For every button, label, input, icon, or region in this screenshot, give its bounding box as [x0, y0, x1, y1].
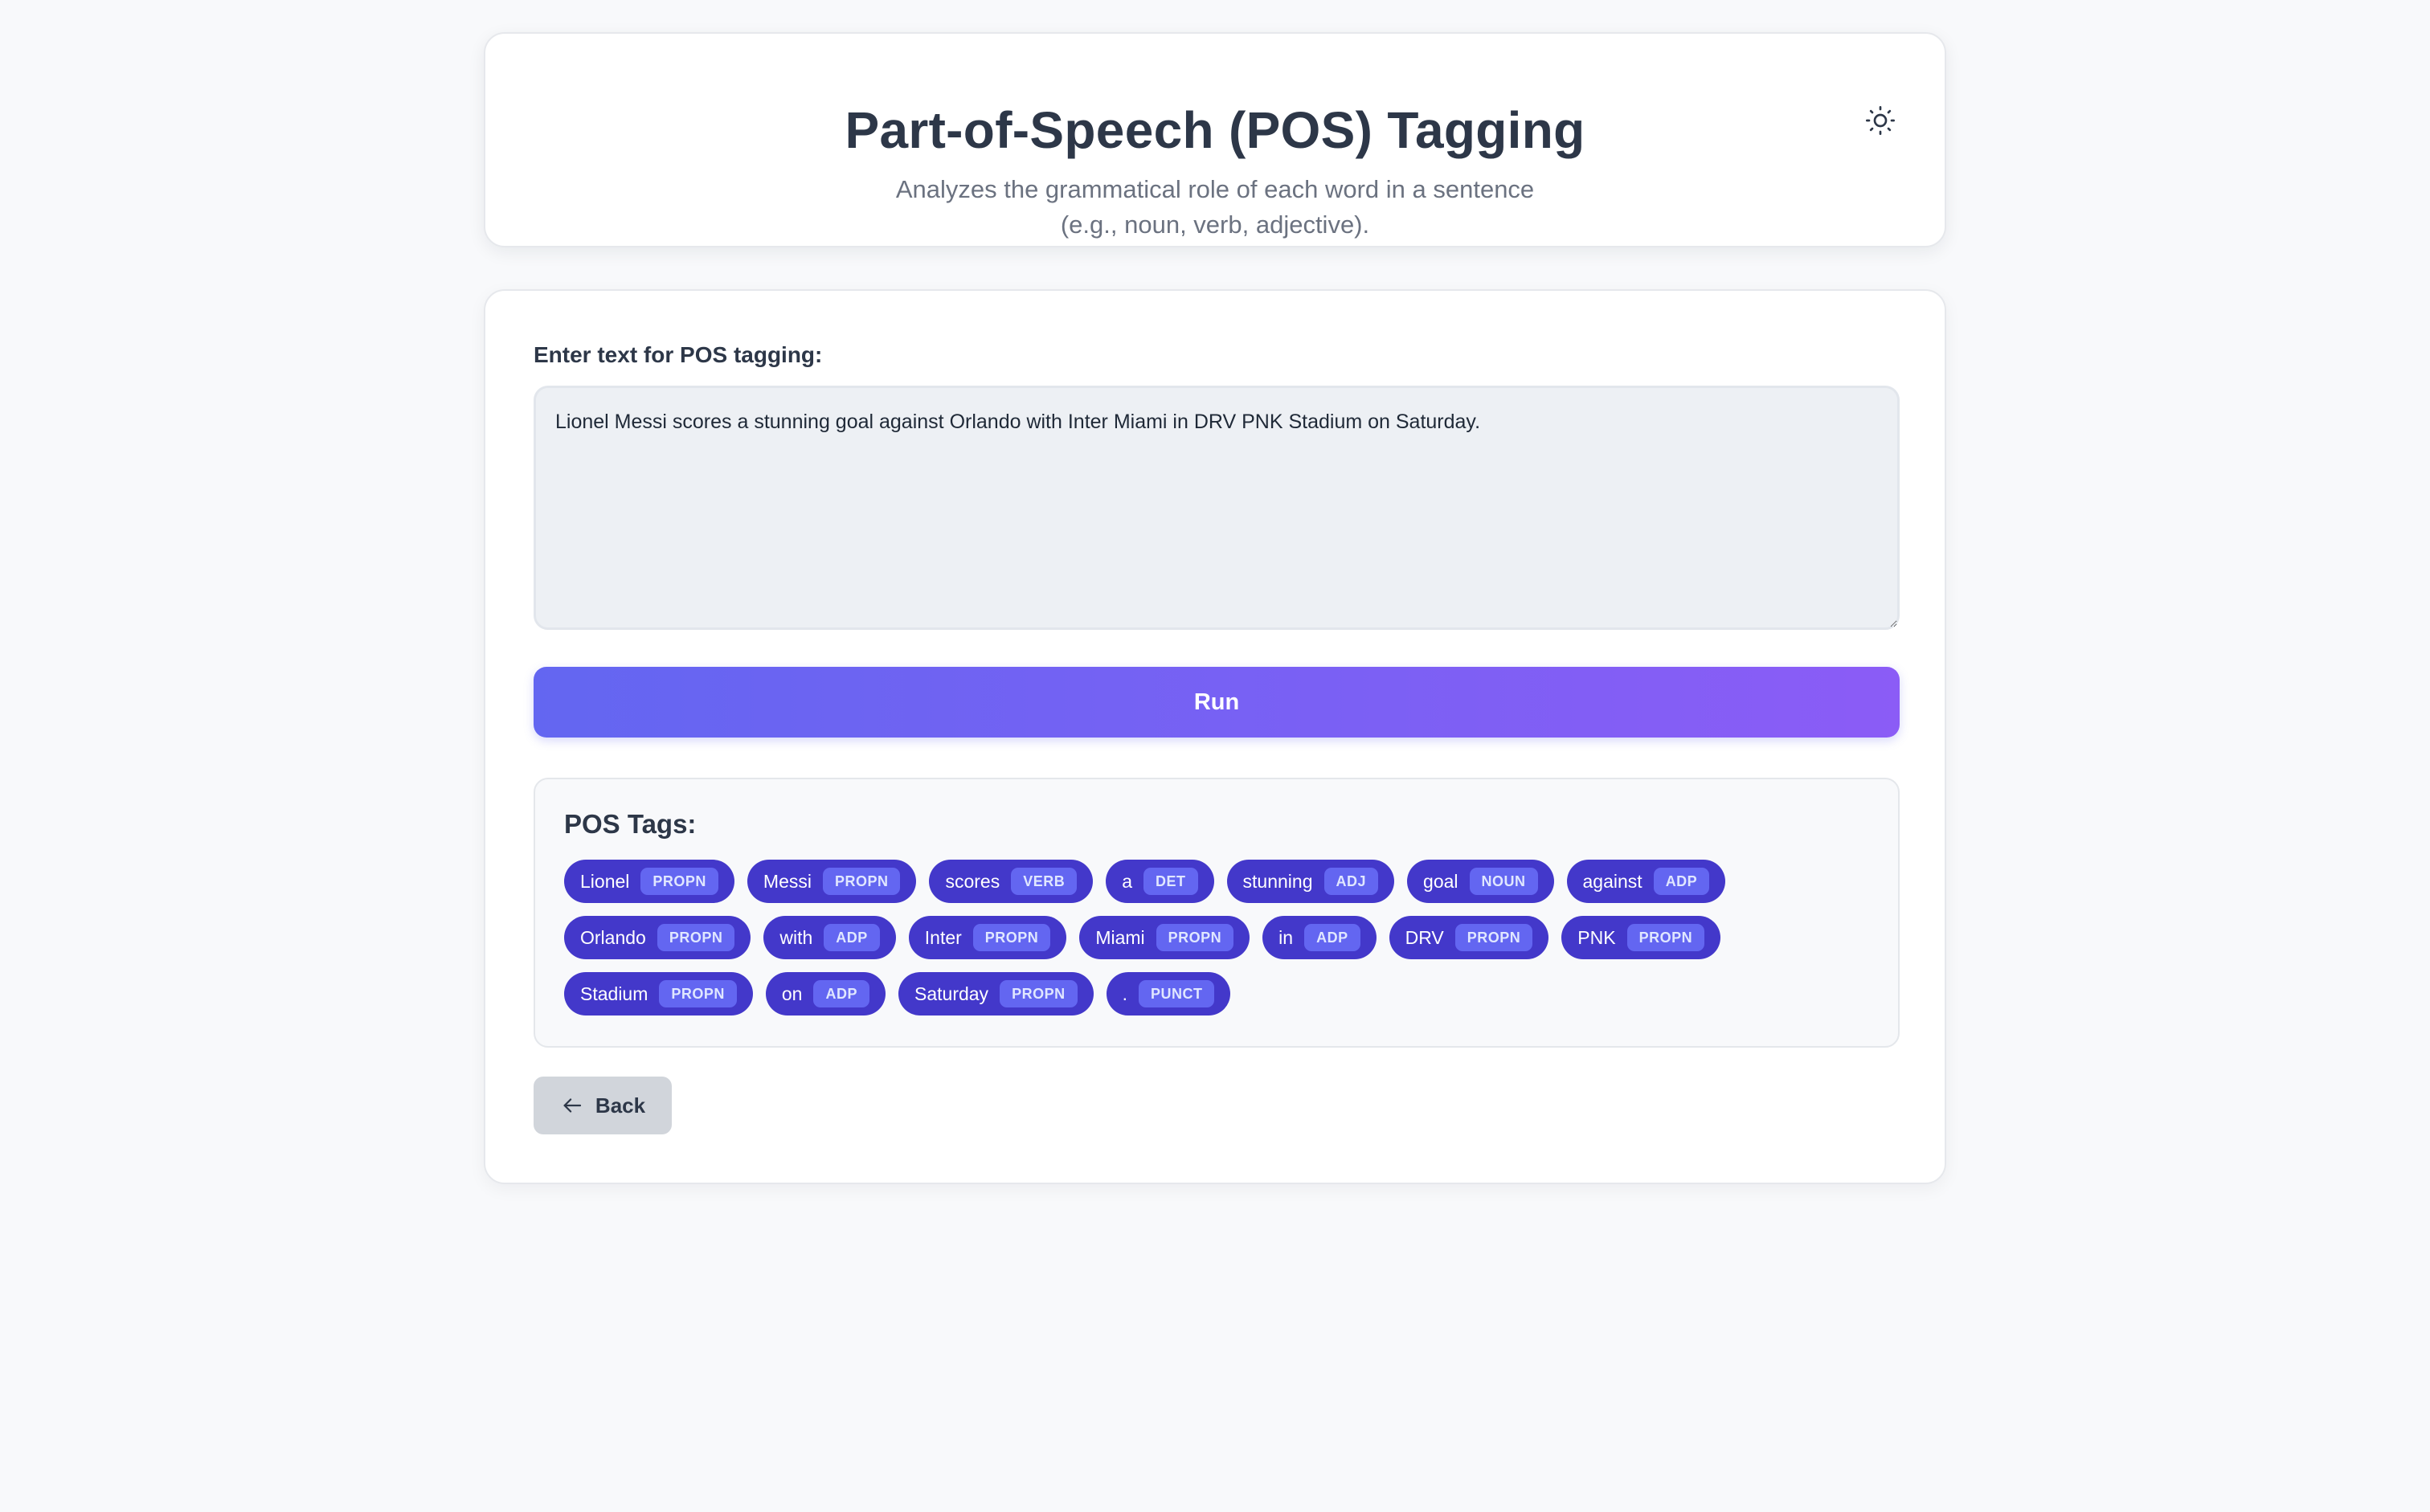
token-pos-tag: PROPN	[822, 868, 901, 895]
pos-token: . PUNCT	[1106, 972, 1231, 1015]
pos-token: Saturday PROPN	[898, 972, 1094, 1015]
token-word: Stadium	[580, 983, 648, 1004]
pos-token: against ADP	[1566, 860, 1726, 903]
theme-toggle-button[interactable]	[1861, 101, 1900, 140]
page-title: Part-of-Speech (POS) Tagging	[845, 101, 1585, 159]
token-pos-tag: PROPN	[659, 980, 737, 1007]
pos-token: Messi PROPN	[747, 860, 917, 903]
token-word: scores	[945, 870, 1000, 892]
pos-token: Orlando PROPN	[564, 916, 751, 959]
token-pos-tag: PROPN	[640, 868, 718, 895]
page: Part-of-Speech (POS) Tagging Analyzes th…	[0, 0, 2430, 1512]
page-subtitle: Analyzes the grammatical role of each wo…	[853, 172, 1577, 243]
pos-token: on ADP	[765, 972, 886, 1015]
token-pos-tag: PROPN	[657, 924, 735, 951]
main-card: Enter text for POS tagging: Run POS Tags…	[484, 289, 1946, 1184]
arrow-left-icon	[563, 1098, 582, 1113]
run-button[interactable]: Run	[534, 667, 1900, 738]
results-panel: POS Tags: Lionel PROPN Messi PROPN scores VER…	[534, 778, 1900, 1048]
token-pos-tag: PROPN	[1000, 980, 1078, 1007]
pos-token: in ADP	[1262, 916, 1377, 959]
token-word: Lionel	[580, 870, 630, 892]
pos-token: Inter PROPN	[908, 916, 1067, 959]
token-pos-tag: ADJ	[1323, 868, 1379, 895]
token-pos-tag: ADP	[813, 980, 869, 1007]
token-pos-tag: PUNCT	[1138, 980, 1215, 1007]
tag-list: Lionel PROPN Messi PROPN scores VERB a DET stunn…	[564, 860, 1869, 1015]
token-word: stunning	[1242, 870, 1313, 892]
back-label: Back	[595, 1093, 646, 1118]
token-pos-tag: PROPN	[1626, 924, 1705, 951]
token-word: goal	[1423, 870, 1458, 892]
token-pos-tag: VERB	[1011, 868, 1078, 895]
token-word: Messi	[763, 870, 812, 892]
token-pos-tag: NOUN	[1469, 868, 1538, 895]
token-pos-tag: ADP	[824, 924, 880, 951]
token-pos-tag: PROPN	[972, 924, 1051, 951]
pos-token: with ADP	[763, 916, 896, 959]
token-word: in	[1278, 926, 1294, 948]
subtitle-line-1: Analyzes the grammatical role of each wo…	[895, 175, 1535, 203]
token-word: Orlando	[580, 926, 646, 948]
token-word: with	[779, 926, 813, 948]
input-label: Enter text for POS tagging:	[534, 342, 823, 367]
token-word: DRV	[1405, 926, 1444, 948]
token-word: on	[781, 983, 803, 1004]
pos-token: Stadium PROPN	[564, 972, 753, 1015]
header-card: Part-of-Speech (POS) Tagging Analyzes th…	[484, 32, 1946, 247]
pos-token: stunning ADJ	[1226, 860, 1395, 903]
token-word: .	[1122, 983, 1127, 1004]
token-pos-tag: ADP	[1653, 868, 1710, 895]
results-title: POS Tags:	[564, 809, 697, 839]
pos-token: PNK PROPN	[1561, 916, 1721, 959]
pos-token: DRV PROPN	[1389, 916, 1549, 959]
pos-token: scores VERB	[929, 860, 1094, 903]
token-word: PNK	[1577, 926, 1616, 948]
token-pos-tag: PROPN	[1156, 924, 1234, 951]
sun-icon	[1866, 106, 1895, 136]
text-input[interactable]	[534, 386, 1900, 630]
pos-token: Miami PROPN	[1079, 916, 1250, 959]
token-word: a	[1122, 870, 1133, 892]
token-word: Miami	[1095, 926, 1145, 948]
pos-token: a DET	[1106, 860, 1214, 903]
token-word: Inter	[924, 926, 962, 948]
pos-token: goal NOUN	[1407, 860, 1554, 903]
token-word: Saturday	[914, 983, 989, 1004]
token-pos-tag: ADP	[1304, 924, 1360, 951]
pos-token: Lionel PROPN	[564, 860, 734, 903]
token-pos-tag: PROPN	[1454, 924, 1533, 951]
back-button[interactable]: Back	[534, 1077, 672, 1134]
token-pos-tag: DET	[1143, 868, 1198, 895]
token-word: against	[1582, 870, 1642, 892]
subtitle-line-2: (e.g., noun, verb, adjective).	[1060, 210, 1370, 239]
